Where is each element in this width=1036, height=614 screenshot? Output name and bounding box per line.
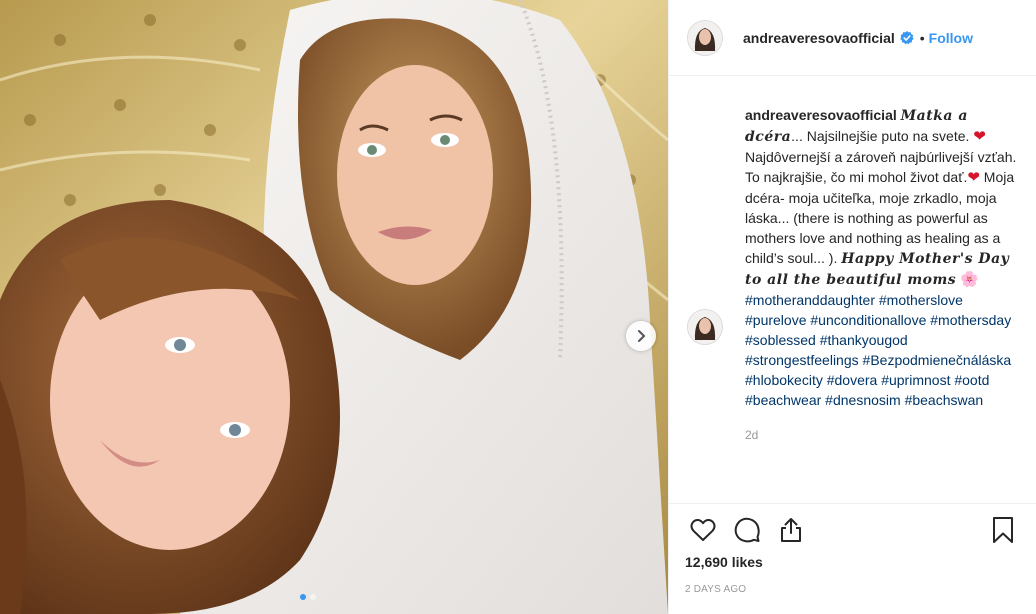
bookmark-icon <box>993 517 1013 543</box>
hashtag-link[interactable]: #unconditionallove <box>810 312 926 328</box>
comments-area: andreaveresovaofficial 𝑴𝒂𝒕𝒌𝒂 𝒂 𝒅𝒄𝒆́𝒓𝒂...… <box>669 77 1036 504</box>
header-separator: • <box>919 29 925 46</box>
hashtag-link[interactable]: #beachwear <box>745 392 821 408</box>
photo-image <box>0 0 668 614</box>
follow-button[interactable]: Follow <box>929 30 973 46</box>
hashtag-link[interactable]: #motherslove <box>879 292 963 308</box>
carousel-dot <box>300 594 306 600</box>
comment-button[interactable] <box>729 512 765 548</box>
hashtag-link[interactable]: #soblessed <box>745 332 816 348</box>
hashtag-list: #motheranddaughter #motherslove #purelov… <box>745 292 1011 408</box>
avatar[interactable] <box>687 19 723 56</box>
caption-avatar[interactable] <box>687 309 723 345</box>
share-upload-icon <box>781 518 801 542</box>
flower-emoji: 🌸 <box>960 271 979 288</box>
next-photo-button[interactable] <box>626 321 656 351</box>
hashtag-link[interactable]: #dnesnosim <box>825 392 901 408</box>
heart-emoji: ❤ <box>973 128 986 145</box>
share-button[interactable] <box>773 512 809 548</box>
caption-username[interactable]: andreaveresovaofficial <box>745 107 897 123</box>
hashtag-link[interactable]: #beachswan <box>905 392 984 408</box>
post-photo[interactable] <box>0 0 668 614</box>
chevron-right-icon <box>638 330 646 342</box>
heart-outline-icon <box>690 518 716 541</box>
carousel-dot <box>310 594 316 600</box>
caption-text-1: ... Najsilnejšie puto na svete. <box>791 128 970 144</box>
hashtag-link[interactable]: #strongestfeelings <box>745 352 859 368</box>
username-link[interactable]: andreaveresovaofficial <box>743 30 895 46</box>
speech-bubble-icon <box>734 517 760 543</box>
caption-text: andreaveresovaofficial 𝑴𝒂𝒕𝒌𝒂 𝒂 𝒅𝒄𝒆́𝒓𝒂...… <box>745 105 1023 410</box>
hashtag-link[interactable]: #motheranddaughter <box>745 292 875 308</box>
hashtag-link[interactable]: #ootd <box>954 372 989 388</box>
action-bar <box>669 505 1036 555</box>
post-sidebar: andreaveresovaofficial • Follow andreave… <box>668 0 1036 614</box>
carousel-indicator <box>300 594 316 600</box>
hashtag-link[interactable]: #thankyougod <box>820 332 908 348</box>
comment-age: 2d <box>745 428 759 442</box>
caption-row: andreaveresovaofficial 𝑴𝒂𝒕𝒌𝒂 𝒂 𝒅𝒄𝒆́𝒓𝒂...… <box>687 105 1021 442</box>
save-button[interactable] <box>985 512 1021 548</box>
post-date[interactable]: 2 DAYS AGO <box>685 584 746 595</box>
verified-badge-icon <box>900 30 914 44</box>
like-button[interactable] <box>685 512 721 548</box>
avatar-image <box>688 310 722 344</box>
hashtag-link[interactable]: #Bezpodmienečnáláska <box>863 352 1012 368</box>
hashtag-link[interactable]: #dovera <box>827 372 878 388</box>
hashtag-link[interactable]: #uprimnost <box>881 372 950 388</box>
heart-emoji: ❤ <box>967 169 980 186</box>
avatar-image <box>688 20 722 55</box>
hashtag-link[interactable]: #mothersday <box>930 312 1011 328</box>
likes-count[interactable]: 12,690 likes <box>685 554 763 570</box>
hashtag-link[interactable]: #hlobokecity <box>745 372 823 388</box>
post-header: andreaveresovaofficial • Follow <box>669 0 1036 76</box>
hashtag-link[interactable]: #purelove <box>745 312 807 328</box>
